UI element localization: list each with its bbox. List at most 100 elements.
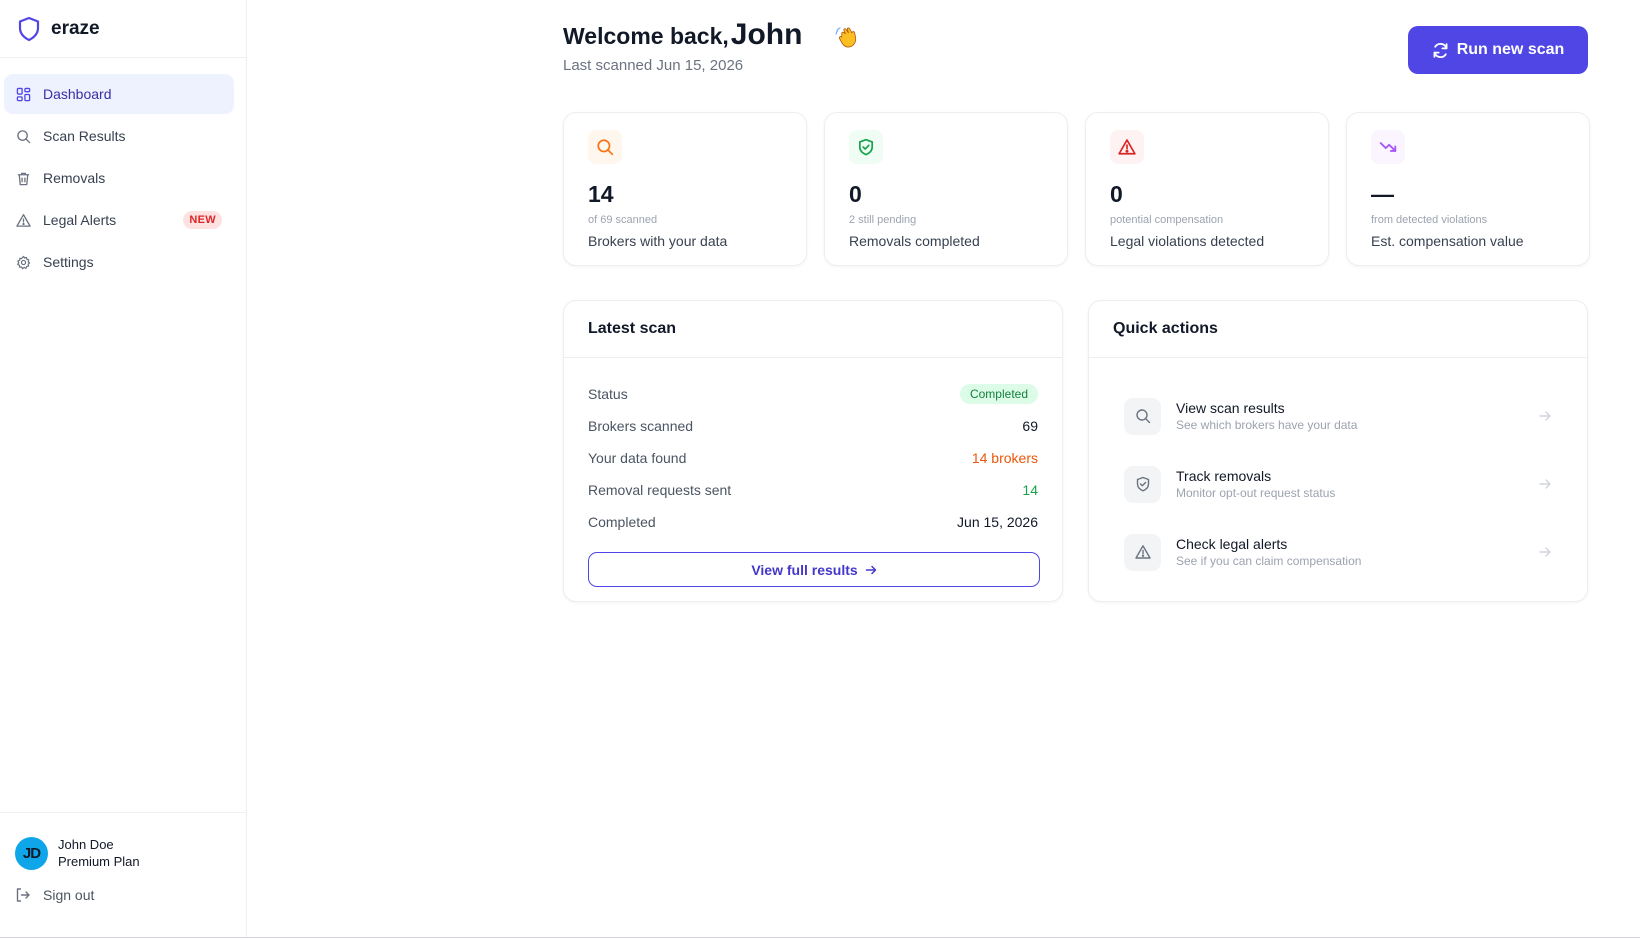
view-full-results-label: View full results: [751, 561, 858, 578]
completed-row: Completed Jun 15, 2026: [588, 506, 1038, 538]
search-icon: [1124, 397, 1161, 435]
data-found-row: Your data found 14 brokers: [588, 442, 1038, 474]
brokers-scanned-value: 69: [1022, 418, 1038, 434]
quick-action-check-legal-alerts[interactable]: Check legal alerts See if you can claim …: [1124, 518, 1552, 586]
user-info: John Doe Premium Plan: [58, 836, 140, 870]
stat-label: Est. compensation value: [1371, 233, 1524, 249]
bottom-divider: [0, 937, 1640, 938]
main-content: Welcome back, John Last scanned Jun 15, …: [563, 0, 1590, 602]
quick-action-view-scan-results[interactable]: View scan results See which brokers have…: [1124, 382, 1552, 450]
quick-actions-list: View scan results See which brokers have…: [1089, 358, 1587, 586]
sidebar-item-scan-results[interactable]: Scan Results: [4, 116, 234, 156]
sidebar-item-label: Settings: [43, 254, 94, 270]
quick-action-title: Track removals: [1176, 468, 1272, 484]
latest-scan-title: Latest scan: [564, 301, 1062, 358]
quick-actions-title: Quick actions: [1089, 301, 1587, 358]
quick-action-title: Check legal alerts: [1176, 536, 1288, 552]
completed-label: Completed: [588, 514, 656, 530]
stat-value: —: [1371, 181, 1394, 207]
arrow-right-icon: [1539, 479, 1551, 489]
status-label: Status: [588, 386, 628, 402]
sidebar-item-settings[interactable]: Settings: [4, 242, 234, 282]
search-icon: [588, 130, 622, 164]
last-scanned-text: Last scanned Jun 15, 2026: [563, 57, 744, 74]
quick-action-text: View scan results See which brokers have…: [1176, 400, 1357, 432]
sidebar-item-removals[interactable]: Removals: [4, 158, 234, 198]
search-icon: [15, 128, 31, 144]
removal-requests-value: 14: [1022, 482, 1038, 498]
stat-label: Brokers with your data: [588, 233, 728, 249]
run-new-scan-label: Run new scan: [1456, 41, 1565, 58]
stat-label: Legal violations detected: [1110, 233, 1265, 249]
waving-hand-icon: [835, 27, 857, 48]
quick-action-text: Track removals Monitor opt-out request s…: [1176, 468, 1335, 500]
sidebar-item-legal-alerts[interactable]: Legal Alerts NEW: [4, 200, 234, 240]
latest-scan-panel: Latest scan Status Completed Brokers sca…: [563, 300, 1063, 602]
shield-logo-icon: [18, 16, 40, 41]
alert-triangle-icon: [1110, 130, 1144, 164]
stat-sub: potential compensation: [1110, 214, 1224, 226]
alert-triangle-icon: [1124, 533, 1161, 571]
sidebar-item-label: Legal Alerts: [43, 212, 117, 228]
sidebar: eraze Dashboard Scan Results Removals Le…: [0, 0, 247, 937]
shield-check-icon: [849, 130, 883, 164]
view-full-results-button[interactable]: View full results: [588, 552, 1040, 587]
avatar: JD: [15, 836, 48, 870]
quick-action-desc: See which brokers have your data: [1176, 418, 1358, 432]
sidebar-item-label: Dashboard: [43, 86, 112, 102]
stat-sub: 2 still pending: [849, 214, 917, 226]
stat-card-legal: 0 potential compensation Legal violation…: [1085, 112, 1329, 266]
status-row: Status Completed: [588, 378, 1038, 410]
trash-icon: [15, 170, 31, 186]
latest-scan-details: Status Completed Brokers scanned 69 Your…: [564, 358, 1062, 538]
brand-name: eraze: [51, 17, 100, 39]
stat-label: Removals completed: [849, 233, 980, 249]
arrow-right-icon: [1539, 547, 1551, 557]
data-found-label: Your data found: [588, 450, 687, 466]
sidebar-item-dashboard[interactable]: Dashboard: [4, 74, 234, 114]
sidebar-item-label: Scan Results: [43, 128, 126, 144]
arrow-right-icon: [1539, 411, 1551, 421]
sidebar-nav: Dashboard Scan Results Removals Legal Al…: [0, 58, 246, 282]
page-title: Welcome back, John: [563, 18, 802, 52]
stat-value: 0: [1110, 181, 1123, 207]
quick-action-track-removals[interactable]: Track removals Monitor opt-out request s…: [1124, 450, 1552, 518]
sidebar-item-label: Removals: [43, 170, 106, 186]
stat-card-brokers: 14 of 69 scanned Brokers with your data: [563, 112, 807, 266]
stat-value: 14: [588, 181, 614, 207]
alert-triangle-icon: [15, 212, 31, 228]
quick-action-text: Check legal alerts See if you can claim …: [1176, 536, 1361, 568]
quick-action-desc: See if you can claim compensation: [1176, 554, 1362, 568]
removal-requests-row: Removal requests sent 14: [588, 474, 1038, 506]
brokers-scanned-label: Brokers scanned: [588, 418, 694, 434]
user-first-name: John: [730, 18, 803, 51]
sign-out-label: Sign out: [43, 887, 95, 903]
sign-out-icon: [16, 888, 30, 902]
brand[interactable]: eraze: [0, 0, 246, 58]
stat-value: 0: [849, 181, 862, 207]
quick-actions-panel: Quick actions View scan results See whic…: [1088, 300, 1588, 602]
stat-card-removals: 0 2 still pending Removals completed: [824, 112, 1068, 266]
welcome-text: Welcome back,: [563, 23, 729, 49]
brokers-scanned-row: Brokers scanned 69: [588, 410, 1038, 442]
removal-requests-label: Removal requests sent: [588, 482, 732, 498]
page-header: Welcome back, John Last scanned Jun 15, …: [563, 0, 1588, 110]
data-found-value: 14 brokers: [971, 450, 1038, 466]
stat-card-compensation: — from detected violations Est. compensa…: [1346, 112, 1590, 266]
user-profile[interactable]: JD John Doe Premium Plan: [0, 813, 246, 870]
shield-check-icon: [1124, 465, 1161, 503]
run-new-scan-button[interactable]: Run new scan: [1408, 26, 1588, 74]
sidebar-footer: JD John Doe Premium Plan Sign out: [0, 812, 246, 937]
quick-action-title: View scan results: [1176, 400, 1285, 416]
user-plan: Premium Plan: [58, 854, 140, 869]
stat-sub: of 69 scanned: [588, 214, 658, 226]
quick-action-desc: Monitor opt-out request status: [1176, 486, 1336, 500]
completed-value: Jun 15, 2026: [957, 514, 1038, 530]
trending-down-icon: [1371, 130, 1405, 164]
refresh-icon: [1433, 42, 1448, 58]
user-name: John Doe: [58, 837, 114, 852]
grid-icon: [15, 86, 31, 102]
gear-icon: [15, 254, 31, 270]
sign-out-button[interactable]: Sign out: [0, 870, 246, 903]
new-badge: NEW: [183, 211, 222, 229]
